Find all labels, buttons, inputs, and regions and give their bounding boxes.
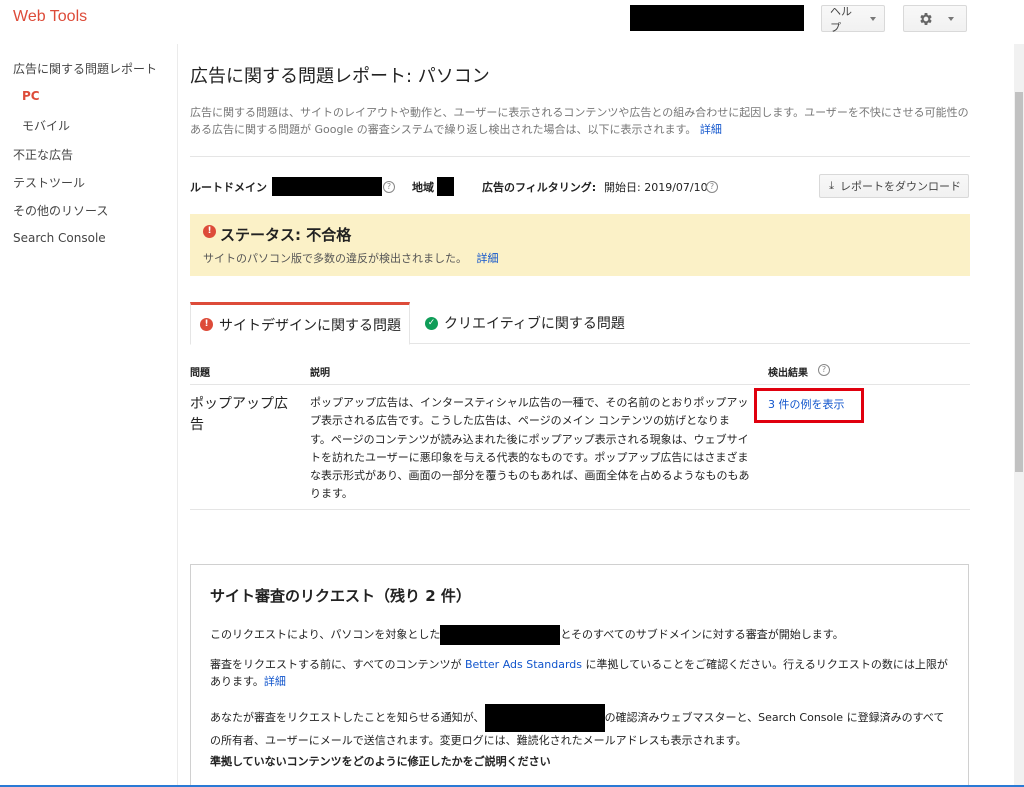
tab-label: クリエイティブに関する問題	[444, 316, 625, 332]
gear-icon	[920, 12, 932, 25]
divider	[190, 384, 970, 385]
divider	[190, 156, 970, 157]
status-message: サイトのパソコン版で多数の違反が検出されました。 詳細	[203, 250, 499, 266]
top-bar: Web Tools ヘルプ	[0, 0, 1024, 44]
paragraph-text: とそのすべてのサブドメインに対する審査が開始します。	[560, 628, 844, 641]
app-logo[interactable]: Web Tools	[13, 8, 87, 26]
root-domain-label: ルートドメイン	[190, 181, 267, 194]
tab-label: サイトデザインに関する問題	[219, 317, 401, 334]
settings-button[interactable]	[903, 5, 967, 32]
description-learn-more-link[interactable]: 詳細	[700, 123, 722, 136]
redacted-domain	[484, 704, 605, 732]
review-request-paragraph-2: 審査をリクエストする前に、すべてのコンテンツが Better Ads Stand…	[210, 656, 955, 690]
error-icon: !	[200, 318, 213, 331]
column-header-description: 説明	[310, 368, 330, 379]
page-title: 広告に関する問題レポート: パソコン	[190, 66, 490, 87]
better-ads-standards-link[interactable]: Better Ads Standards	[465, 658, 582, 671]
status-banner: ! ステータス: 不合格 サイトのパソコン版で多数の違反が検出されました。 詳細	[190, 214, 970, 276]
paragraph-text: 審査をリクエストする前に、すべてのコンテンツが	[210, 658, 465, 671]
sidebar-item-pc[interactable]: PC	[22, 89, 40, 103]
paragraph-text: あなたが審査をリクエストしたことを知らせる通知が、	[210, 711, 485, 724]
description-text: 広告に関する問題は、サイトのレイアウトや動作と、ユーザーに表示されるコンテンツや…	[190, 106, 969, 136]
sidebar-item-other-resources[interactable]: その他のリソース	[13, 202, 108, 219]
check-circle-icon: ✓	[425, 316, 438, 330]
help-icon[interactable]: ?	[706, 181, 718, 193]
redacted-account	[630, 5, 804, 31]
ad-filter-label: 広告のフィルタリング:	[482, 181, 597, 194]
column-header-issue: 問題	[190, 368, 210, 379]
scrollbar-thumb[interactable]	[1015, 92, 1023, 472]
help-icon[interactable]: ?	[818, 364, 830, 376]
view-examples-link[interactable]: 3 件の例を表示	[768, 396, 845, 412]
scrollbar[interactable]	[1014, 44, 1024, 787]
ad-filter-value: 開始日: 2019/07/10	[604, 181, 708, 194]
region-label: 地域	[412, 181, 434, 194]
review-request-card: サイト審査のリクエスト（残り 2 件） このリクエストにより、パソコンを対象とし…	[190, 564, 969, 787]
chevron-down-icon	[870, 16, 876, 21]
redacted-domain	[440, 625, 561, 645]
status-learn-more-link[interactable]: 詳細	[477, 252, 499, 265]
download-report-button[interactable]: ⤓ レポートをダウンロード	[819, 174, 969, 198]
redacted-domain	[272, 177, 382, 196]
page-description: 広告に関する問題は、サイトのレイアウトや動作と、ユーザーに表示されるコンテンツや…	[190, 104, 970, 138]
help-icon[interactable]: ?	[383, 181, 395, 193]
download-report-label: レポートをダウンロード	[840, 180, 961, 193]
sidebar-item-ad-experience-report[interactable]: 広告に関する問題レポート	[13, 60, 157, 77]
tab-creative-issues[interactable]: ✓ クリエイティブに関する問題	[425, 302, 625, 344]
redacted-region	[437, 177, 454, 196]
review-request-title: サイト審査のリクエスト（残り 2 件）	[210, 587, 471, 605]
issue-tabs: ! サイトデザインに関する問題 ✓ クリエイティブに関する問題	[190, 302, 970, 345]
issue-description: ポップアップ広告は、インタースティシャル広告の一種で、その名前のとおりポップアッ…	[310, 396, 750, 501]
column-header-result: 検出結果	[768, 368, 808, 379]
issue-name: ポップアップ広告	[190, 396, 288, 433]
error-icon: !	[203, 225, 216, 238]
sidebar-item-abusive-ads[interactable]: 不正な広告	[13, 146, 73, 163]
sidebar-item-test-tools[interactable]: テストツール	[13, 174, 85, 191]
chevron-down-icon	[948, 16, 954, 21]
review-request-paragraph-3: あなたが審査をリクエストしたことを知らせる通知が、 の確認済みウェブマスターと、S…	[210, 704, 955, 749]
fix-explanation-label: 準拠していないコンテンツをどのように修正したかをご説明ください	[210, 755, 551, 768]
download-icon: ⤓	[829, 179, 834, 192]
tab-site-design-issues[interactable]: ! サイトデザインに関する問題	[190, 302, 410, 345]
paragraph-text: このリクエストにより、パソコンを対象とした	[210, 628, 441, 641]
status-title: ステータス: 不合格	[220, 226, 352, 244]
sidebar: 広告に関する問題レポート PC モバイル 不正な広告 テストツール その他のリソ…	[0, 44, 178, 787]
learn-more-link[interactable]: 詳細	[264, 675, 286, 688]
help-button-label: ヘルプ	[830, 4, 852, 34]
sidebar-item-mobile[interactable]: モバイル	[22, 117, 70, 134]
status-message-text: サイトのパソコン版で多数の違反が検出されました。	[203, 252, 467, 265]
sidebar-item-search-console[interactable]: Search Console	[13, 231, 106, 245]
help-button[interactable]: ヘルプ	[821, 4, 885, 34]
divider	[190, 509, 970, 510]
review-request-paragraph-1: このリクエストにより、パソコンを対象とした とそのすべてのサブドメインに対する審査…	[210, 625, 955, 645]
